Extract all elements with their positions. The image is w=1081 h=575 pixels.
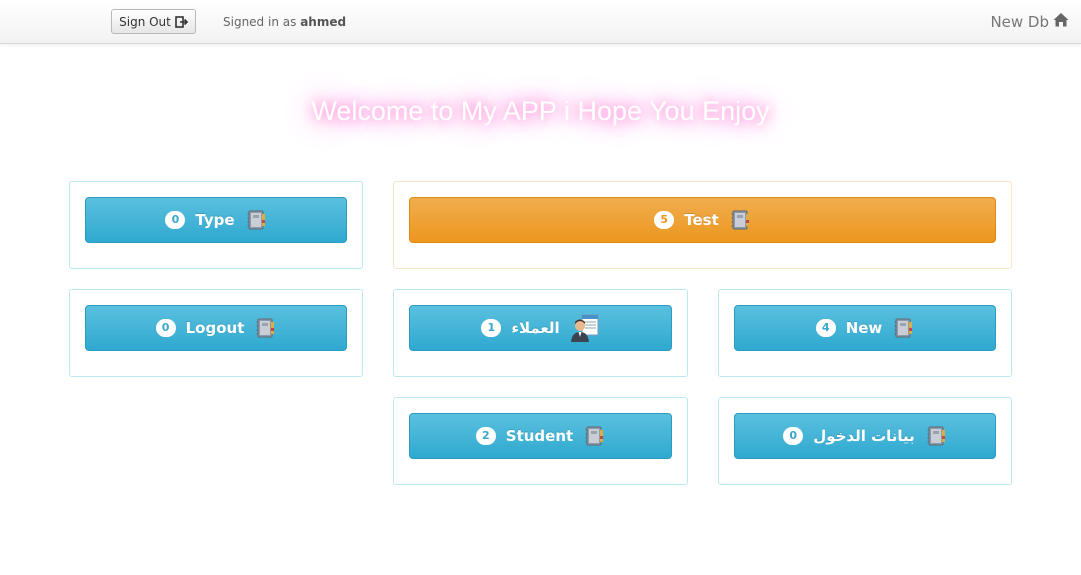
tile-label: العملاء — [511, 319, 560, 337]
count-badge: 0 — [783, 427, 804, 445]
sign-out-button[interactable]: Sign Out — [111, 9, 196, 34]
tile-panel-student: 2 Student — [393, 397, 688, 485]
tile-button-student[interactable]: 2 Student — [409, 413, 672, 459]
tile-button-logout[interactable]: 0 Logout — [85, 305, 347, 351]
notebook-icon — [583, 425, 605, 447]
top-navbar: Sign Out Signed in as ahmed New Db — [0, 0, 1081, 44]
signed-in-prefix: Signed in as — [223, 15, 297, 29]
tile-label: New — [845, 319, 883, 337]
count-badge: 4 — [815, 319, 836, 337]
count-badge: 0 — [155, 319, 176, 337]
tile-button-login-data[interactable]: 0 بيانات الدخول — [734, 413, 996, 459]
tile-label: Type — [195, 211, 235, 229]
tile-button-new[interactable]: 4 New — [734, 305, 996, 351]
tile-panel-new: 4 New — [718, 289, 1012, 377]
tile-button-type[interactable]: 0 Type — [85, 197, 347, 243]
tile-button-test[interactable]: 5 Test — [409, 197, 996, 243]
count-badge: 1 — [481, 319, 502, 337]
tile-panel-login-data: 0 بيانات الدخول — [718, 397, 1012, 485]
notebook-icon — [925, 425, 947, 447]
welcome-banner: Welcome to My APP i Hope You Enjoy — [311, 96, 770, 126]
notebook-icon — [245, 209, 267, 231]
count-badge: 5 — [654, 211, 675, 229]
tile-panel-clients: 1 العملاء — [393, 289, 688, 377]
tile-label: Test — [684, 211, 719, 229]
brand-label: New Db — [990, 12, 1049, 31]
client-person-icon — [570, 313, 600, 343]
tile-panel-logout: 0 Logout — [69, 289, 363, 377]
log-out-icon — [175, 15, 188, 28]
sign-out-label: Sign Out — [119, 14, 171, 29]
signed-in-username: ahmed — [300, 15, 347, 29]
signed-in-status: Signed in as ahmed — [223, 15, 346, 29]
tile-label: Logout — [185, 319, 245, 337]
count-badge: 2 — [475, 427, 496, 445]
notebook-icon — [729, 209, 751, 231]
tile-panel-test: 5 Test — [393, 181, 1012, 269]
tile-label: Student — [505, 427, 574, 445]
tile-panel-type: 0 Type — [69, 181, 363, 269]
tile-button-clients[interactable]: 1 العملاء — [409, 305, 672, 351]
count-badge: 0 — [165, 211, 186, 229]
notebook-icon — [892, 317, 914, 339]
brand-link[interactable]: New Db — [990, 12, 1069, 31]
notebook-icon — [254, 317, 276, 339]
home-icon — [1053, 12, 1069, 31]
tile-label: بيانات الدخول — [813, 427, 915, 445]
